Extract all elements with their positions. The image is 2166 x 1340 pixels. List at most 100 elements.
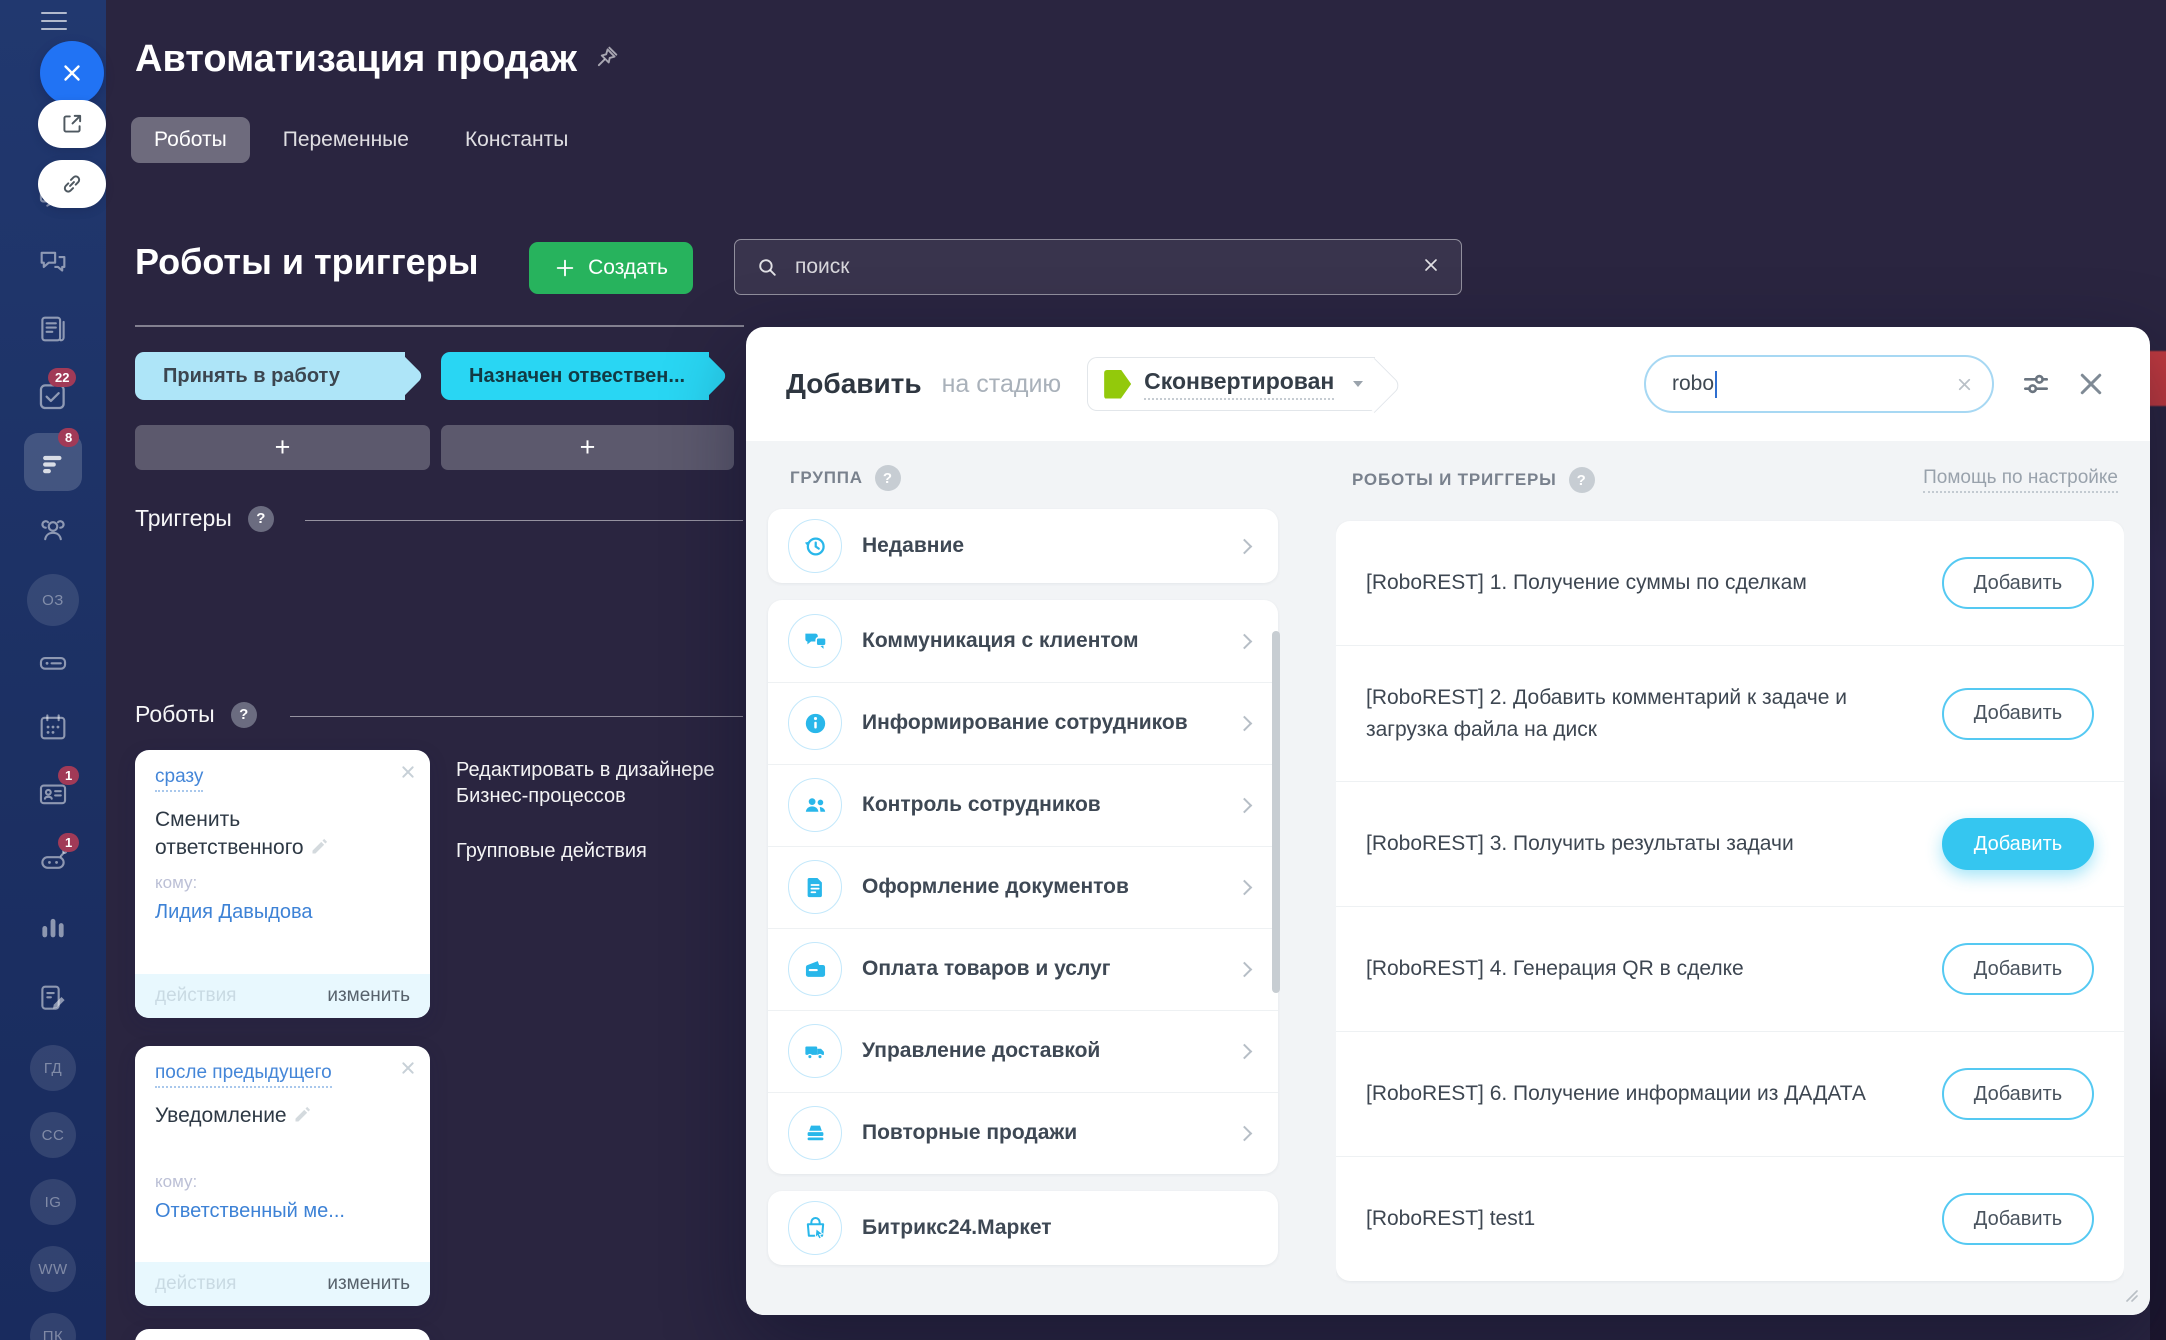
robot-card[interactable]: сразу Сменить ответственного кому: Лидия…: [135, 750, 430, 1018]
help-icon[interactable]: ?: [231, 702, 257, 728]
robot-card[interactable]: после предыдущего Уведомление кому: Отве…: [135, 1046, 430, 1306]
search-input[interactable]: поиск: [734, 239, 1462, 295]
avatar[interactable]: ОЗ: [27, 574, 79, 626]
help-icon[interactable]: ?: [875, 465, 901, 491]
modal-header: Добавить на стадию Сконвертирован robo: [746, 327, 2150, 441]
calendar-icon[interactable]: [36, 710, 70, 744]
section-title: Роботы и триггеры: [135, 241, 478, 283]
chevron-right-icon: [1237, 879, 1253, 895]
robots-column: РОБОТЫ И ТРИГГЕРЫ ? Помощь по настройке …: [1336, 441, 2124, 1309]
background-edge-strip: [2150, 0, 2166, 1340]
assignee-link[interactable]: Ответственный ме...: [155, 1200, 410, 1223]
tab-variables[interactable]: Переменные: [260, 117, 432, 163]
avatar[interactable]: ПК: [30, 1313, 76, 1340]
stage-column-2[interactable]: Назначен отвествен...: [441, 352, 709, 400]
add-robot-button[interactable]: Добавить: [1942, 688, 2094, 740]
modal-body: ГРУППА ? Недавние: [746, 441, 2150, 1315]
divider: [290, 716, 743, 717]
doc-edit-icon[interactable]: [36, 981, 70, 1015]
open-in-new-button[interactable]: [38, 100, 106, 148]
add-to-stage-1-button[interactable]: +: [135, 425, 430, 470]
add-robot-button[interactable]: Добавить: [1942, 943, 2094, 995]
group-item-documents[interactable]: Оформление документов: [768, 846, 1278, 928]
search-clear-icon[interactable]: [1421, 255, 1441, 280]
help-icon[interactable]: ?: [248, 506, 274, 532]
group-item-communication[interactable]: Коммуникация с клиентом: [768, 600, 1278, 682]
group-item-market[interactable]: Битрикс24.Маркет: [768, 1191, 1278, 1265]
chevron-right-icon: [1237, 538, 1253, 554]
bp-designer-link[interactable]: Редактировать в дизайнере Бизнес-процесс…: [456, 757, 748, 810]
modal-subtitle: на стадию: [942, 370, 1062, 399]
create-button[interactable]: Создать: [529, 242, 693, 294]
market-bag-icon: [788, 1201, 842, 1255]
group-item-delivery[interactable]: Управление доставкой: [768, 1010, 1278, 1092]
group-item-recent[interactable]: Недавние: [768, 509, 1278, 583]
modal-search-input[interactable]: robo: [1644, 355, 1994, 413]
avatar[interactable]: WW: [30, 1246, 76, 1292]
group-item-control[interactable]: Контроль сотрудников: [768, 764, 1278, 846]
search-icon: [755, 255, 780, 280]
tab-robots[interactable]: Роботы: [131, 117, 250, 163]
add-robot-button[interactable]: Добавить: [1942, 1068, 2094, 1120]
close-slider-button[interactable]: [40, 41, 104, 105]
people-icon: [788, 778, 842, 832]
close-icon[interactable]: [400, 764, 416, 785]
crm-funnel-icon[interactable]: [36, 446, 70, 480]
menu-icon[interactable]: [41, 12, 67, 30]
chevron-right-icon: [1237, 633, 1253, 649]
setup-help-link[interactable]: Помощь по настройке: [1923, 467, 2118, 493]
pin-icon[interactable]: [593, 38, 621, 81]
chat-icon[interactable]: [36, 245, 70, 279]
stage-color-icon: [1104, 370, 1131, 399]
add-robot-button-highlighted[interactable]: Добавить: [1942, 818, 2094, 870]
info-icon: [788, 696, 842, 750]
edit-icon[interactable]: [310, 836, 330, 864]
page-title: Автоматизация продаж: [135, 38, 577, 81]
group-scrollbar[interactable]: [1272, 631, 1280, 993]
edit-link[interactable]: изменить: [327, 1273, 410, 1295]
repeat-sales-icon: [788, 1106, 842, 1160]
group-actions-link[interactable]: Групповые действия: [456, 838, 748, 864]
people-icon[interactable]: [36, 513, 70, 547]
trigger-condition-link[interactable]: после предыдущего: [155, 1062, 332, 1088]
add-robot-button[interactable]: Добавить: [1942, 1193, 2094, 1245]
to-label: кому:: [155, 873, 410, 893]
robot-list-item: [RoboREST] test1 Добавить: [1336, 1156, 2124, 1281]
chart-icon[interactable]: [36, 909, 70, 943]
avatar[interactable]: ГД: [30, 1045, 76, 1091]
resize-handle[interactable]: [2122, 1286, 2138, 1307]
modal-close-icon[interactable]: [2076, 369, 2106, 399]
group-item-payment[interactable]: Оплата товаров и услуг: [768, 928, 1278, 1010]
actions-link[interactable]: действия: [155, 1273, 236, 1295]
avatar[interactable]: IG: [30, 1179, 76, 1225]
search-placeholder: поиск: [795, 255, 849, 279]
add-to-stage-2-button[interactable]: +: [441, 425, 734, 470]
edit-link[interactable]: изменить: [327, 985, 410, 1007]
group-item-repeat-sales[interactable]: Повторные продажи: [768, 1092, 1278, 1174]
robot-list-item: [RoboREST] 4. Генерация QR в сделке Доба…: [1336, 906, 2124, 1031]
group-column: ГРУППА ? Недавние: [768, 441, 1278, 1315]
clear-search-icon[interactable]: [1955, 375, 1974, 394]
stage-selector[interactable]: Сконвертирован: [1087, 357, 1375, 411]
group-item-informing[interactable]: Информирование сотрудников: [768, 682, 1278, 764]
robot-card-partial[interactable]: [135, 1329, 430, 1340]
close-icon[interactable]: [400, 1060, 416, 1081]
stage-column-1[interactable]: Принять в работу: [135, 352, 405, 400]
news-icon[interactable]: [36, 312, 70, 346]
drive-icon[interactable]: [36, 646, 70, 680]
trigger-condition-link[interactable]: сразу: [155, 766, 203, 792]
screen: 22 8 ОЗ 1 1 ГД СС IG WW ПК: [0, 0, 2166, 1340]
tab-constants[interactable]: Константы: [442, 117, 591, 163]
tasks-badge: 22: [48, 368, 76, 387]
wallet-icon: [788, 942, 842, 996]
assignee-link[interactable]: Лидия Давыдова: [155, 901, 410, 924]
chevron-right-icon: [1237, 961, 1253, 977]
actions-link[interactable]: действия: [155, 985, 236, 1007]
add-robot-button[interactable]: Добавить: [1942, 557, 2094, 609]
edit-icon[interactable]: [293, 1104, 313, 1132]
recent-icon: [788, 519, 842, 573]
help-icon[interactable]: ?: [1569, 467, 1595, 493]
copy-link-button[interactable]: [38, 160, 106, 208]
filter-icon[interactable]: [2020, 368, 2052, 400]
avatar[interactable]: СС: [30, 1112, 76, 1158]
